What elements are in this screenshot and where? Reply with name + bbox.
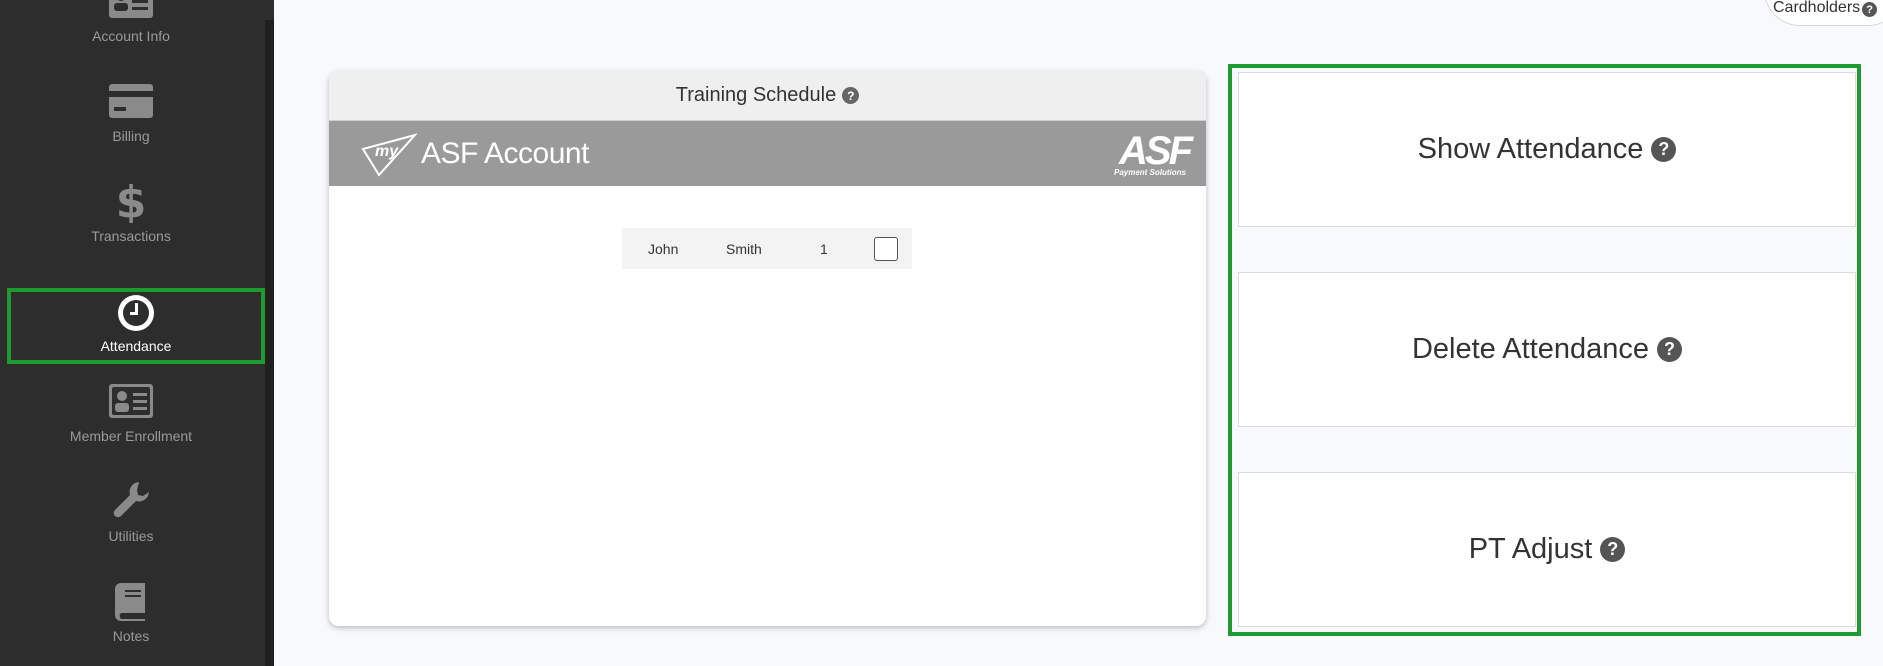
sidebar-item-billing[interactable]: Billing [0, 54, 262, 154]
cardholders-label: Cardholders [1773, 0, 1861, 16]
help-icon[interactable]: ? [1862, 2, 1878, 17]
paper-plane-icon: my [361, 133, 417, 177]
sidebar-item-label: Attendance [100, 338, 172, 354]
member-last-name: Smith [726, 240, 762, 257]
id-card-icon [108, 378, 154, 424]
credit-card-icon [108, 78, 154, 124]
wrench-icon [108, 478, 154, 524]
training-schedule-card: Training Schedule ? my ASF Account ASF P… [329, 71, 1206, 626]
help-icon[interactable]: ? [842, 87, 860, 104]
action-label: PT Adjust [1468, 533, 1593, 565]
sidebar-item-label: Notes [112, 628, 150, 644]
svg-text:$: $ [116, 179, 146, 223]
asf-logo-subtext: Payment Solutions [1113, 168, 1186, 177]
notebook-icon [108, 578, 154, 624]
attendance-actions-panel: Show Attendance ? Delete Attendance ? PT… [1228, 64, 1861, 636]
action-label: Show Attendance [1417, 133, 1644, 165]
brand-prefix: my [375, 143, 399, 160]
member-first-name: John [648, 240, 679, 257]
sidebar-item-attendance[interactable]: Attendance [7, 288, 265, 364]
help-icon[interactable]: ? [1600, 537, 1626, 562]
sidebar-item-label: Account Info [92, 28, 170, 44]
help-icon[interactable]: ? [1657, 337, 1682, 362]
member-session-count: 1 [820, 240, 828, 257]
brand-name: ASF Account [421, 137, 589, 170]
sidebar-item-label: Utilities [108, 528, 154, 544]
id-card-icon [108, 0, 154, 24]
sidebar-scrollbar[interactable] [265, 20, 274, 666]
help-icon[interactable]: ? [1651, 137, 1677, 162]
show-attendance-button[interactable]: Show Attendance ? [1238, 72, 1856, 227]
sidebar-item-label: Member Enrollment [69, 428, 193, 444]
sidebar-item-label: Transactions [91, 228, 171, 244]
sidebar: Account Info Billing $ Transactions Atte… [0, 0, 274, 666]
pt-adjust-button[interactable]: PT Adjust ? [1238, 472, 1856, 627]
sidebar-item-utilities[interactable]: Utilities [0, 454, 262, 554]
member-attendance-checkbox[interactable] [874, 237, 898, 261]
dollar-icon: $ [108, 178, 154, 224]
cardholders-tab[interactable]: Cardholders ? [1764, 0, 1883, 26]
delete-attendance-button[interactable]: Delete Attendance ? [1238, 272, 1856, 427]
sidebar-item-account-info[interactable]: Account Info [0, 0, 262, 54]
sidebar-item-member-enrollment[interactable]: Member Enrollment [0, 354, 262, 454]
clock-icon [113, 292, 159, 334]
sidebar-item-label: Billing [112, 128, 150, 144]
card-header: Training Schedule ? [329, 71, 1206, 121]
asf-logo: ASF Payment Solutions [1076, 129, 1196, 179]
brand-bar: my ASF Account ASF Payment Solutions [329, 121, 1206, 186]
sidebar-item-notes[interactable]: Notes [0, 554, 262, 654]
table-row: John Smith 1 [622, 228, 912, 269]
card-title: Training Schedule [675, 84, 837, 106]
sidebar-item-transactions[interactable]: $ Transactions [0, 154, 262, 254]
my-asf-logo: my ASF Account [361, 131, 589, 177]
action-label: Delete Attendance [1411, 333, 1649, 365]
